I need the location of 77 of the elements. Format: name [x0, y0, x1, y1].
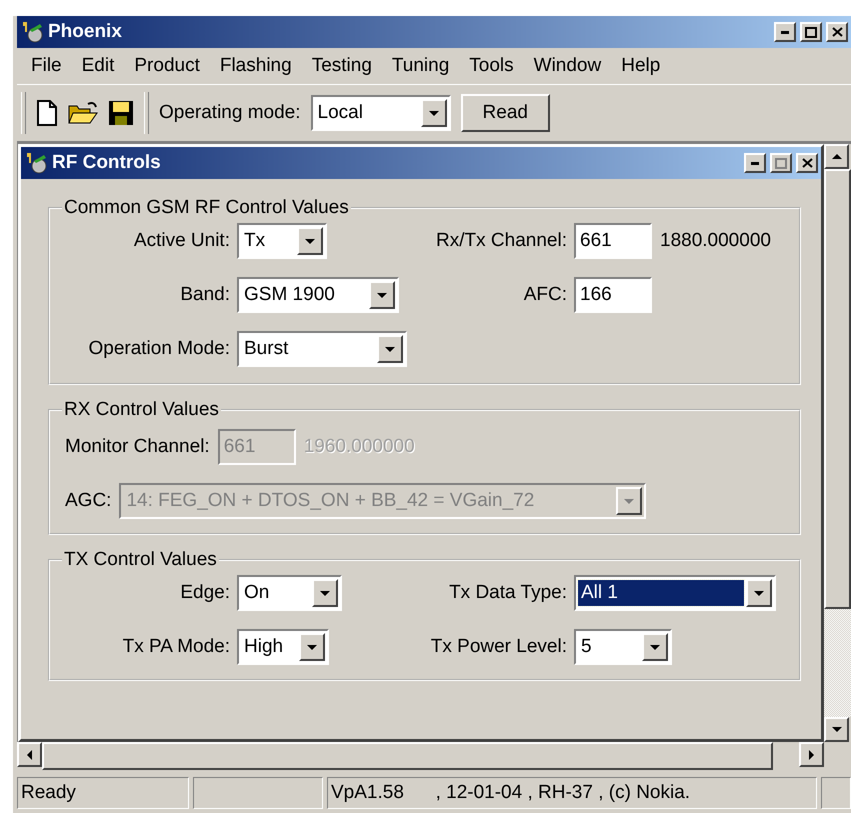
close-button[interactable] [796, 153, 818, 173]
dropdown-field[interactable]: Tx [237, 223, 327, 259]
menu-item[interactable]: Window [524, 55, 612, 77]
dropdown-field[interactable]: All 1 [574, 575, 776, 611]
status-info: VpA1.58 , 12-01-04 , RH-37 , (c) Nokia. [327, 777, 817, 809]
dropdown-field[interactable]: On [237, 575, 342, 611]
read-button[interactable]: Read [460, 94, 550, 132]
group-title: RX Control Values [63, 399, 220, 421]
menu-item[interactable]: Tuning [382, 55, 460, 77]
new-document-icon[interactable] [36, 100, 58, 126]
field-label: AGC: [65, 490, 112, 512]
menu-item[interactable]: Help [611, 55, 670, 77]
field-label: Monitor Channel: [65, 436, 210, 458]
close-icon [802, 158, 812, 168]
field-label: Tx Data Type: [448, 582, 567, 604]
menu-item[interactable]: Flashing [210, 55, 302, 77]
menu-item[interactable]: File [21, 55, 72, 77]
arrow-icon [809, 750, 814, 760]
menu-item[interactable]: Edit [72, 55, 124, 77]
field-label: AFC: [522, 284, 567, 306]
dropdown-icon [377, 292, 387, 298]
dropdown-icon [307, 644, 317, 650]
dropdown-field[interactable]: 5 [574, 629, 672, 665]
input-field[interactable]: 661 [574, 223, 652, 259]
maximize-icon [775, 158, 787, 168]
dropdown-icon [320, 590, 330, 596]
field-label: Edge: [179, 582, 230, 604]
window-title: Phoenix [48, 21, 123, 43]
scroll-left-button[interactable] [17, 742, 42, 767]
field-label: Band: [179, 284, 230, 306]
child-window-title: RF Controls [52, 152, 162, 174]
dropdown-icon [385, 346, 395, 352]
operating-mode-label: Operating mode: [159, 102, 301, 124]
minimize-icon [781, 30, 789, 34]
dropdown-field[interactable]: GSM 1900 [237, 277, 399, 313]
scroll-down-button[interactable] [824, 717, 849, 742]
group-title: TX Control Values [63, 549, 218, 571]
status-message: Ready [17, 777, 189, 809]
scroll-right-button[interactable] [799, 742, 824, 767]
menu-item[interactable]: Tools [459, 55, 524, 77]
save-icon[interactable] [108, 100, 134, 126]
maximize-icon [805, 26, 817, 38]
close-icon [832, 27, 842, 37]
frequency-text: 1880.000000 [660, 230, 771, 252]
open-folder-icon[interactable] [68, 101, 98, 125]
field-label: Operation Mode: [87, 338, 230, 360]
size-grip [821, 777, 851, 809]
dropdown-field[interactable]: High [237, 629, 329, 665]
group-title: Common GSM RF Control Values [63, 197, 350, 219]
dropdown-icon [305, 238, 315, 244]
minimize-button[interactable] [774, 22, 796, 42]
maximize-button[interactable] [800, 22, 822, 42]
app-icon [24, 151, 48, 175]
minimize-icon [751, 162, 759, 164]
dropdown-icon [624, 498, 634, 504]
field-label: Rx/Tx Channel: [435, 230, 567, 252]
arrow-icon [832, 154, 842, 159]
menu-item[interactable]: Product [124, 55, 210, 77]
field-label: Active Unit: [132, 230, 230, 252]
app-icon [20, 20, 44, 44]
dropdown-icon [428, 110, 439, 116]
operating-mode-dropdown[interactable]: Local [310, 95, 451, 131]
dropdown-field[interactable]: Burst [237, 331, 407, 367]
dropdown-icon [832, 727, 842, 732]
dropdown-icon [754, 590, 764, 596]
scroll-thumb[interactable] [824, 169, 851, 609]
scroll-up-button[interactable] [824, 144, 849, 169]
input-field[interactable]: 166 [574, 277, 652, 313]
menu-item[interactable]: Testing [302, 55, 382, 77]
arrow-icon [27, 750, 32, 760]
close-button[interactable] [826, 22, 848, 42]
field-label: Tx Power Level: [430, 636, 567, 658]
dropdown-icon [650, 644, 660, 650]
maximize-button[interactable] [770, 153, 792, 173]
minimize-button[interactable] [744, 153, 766, 173]
field-label: Tx PA Mode: [122, 636, 230, 658]
vertical-scrollbar[interactable] [824, 144, 851, 742]
